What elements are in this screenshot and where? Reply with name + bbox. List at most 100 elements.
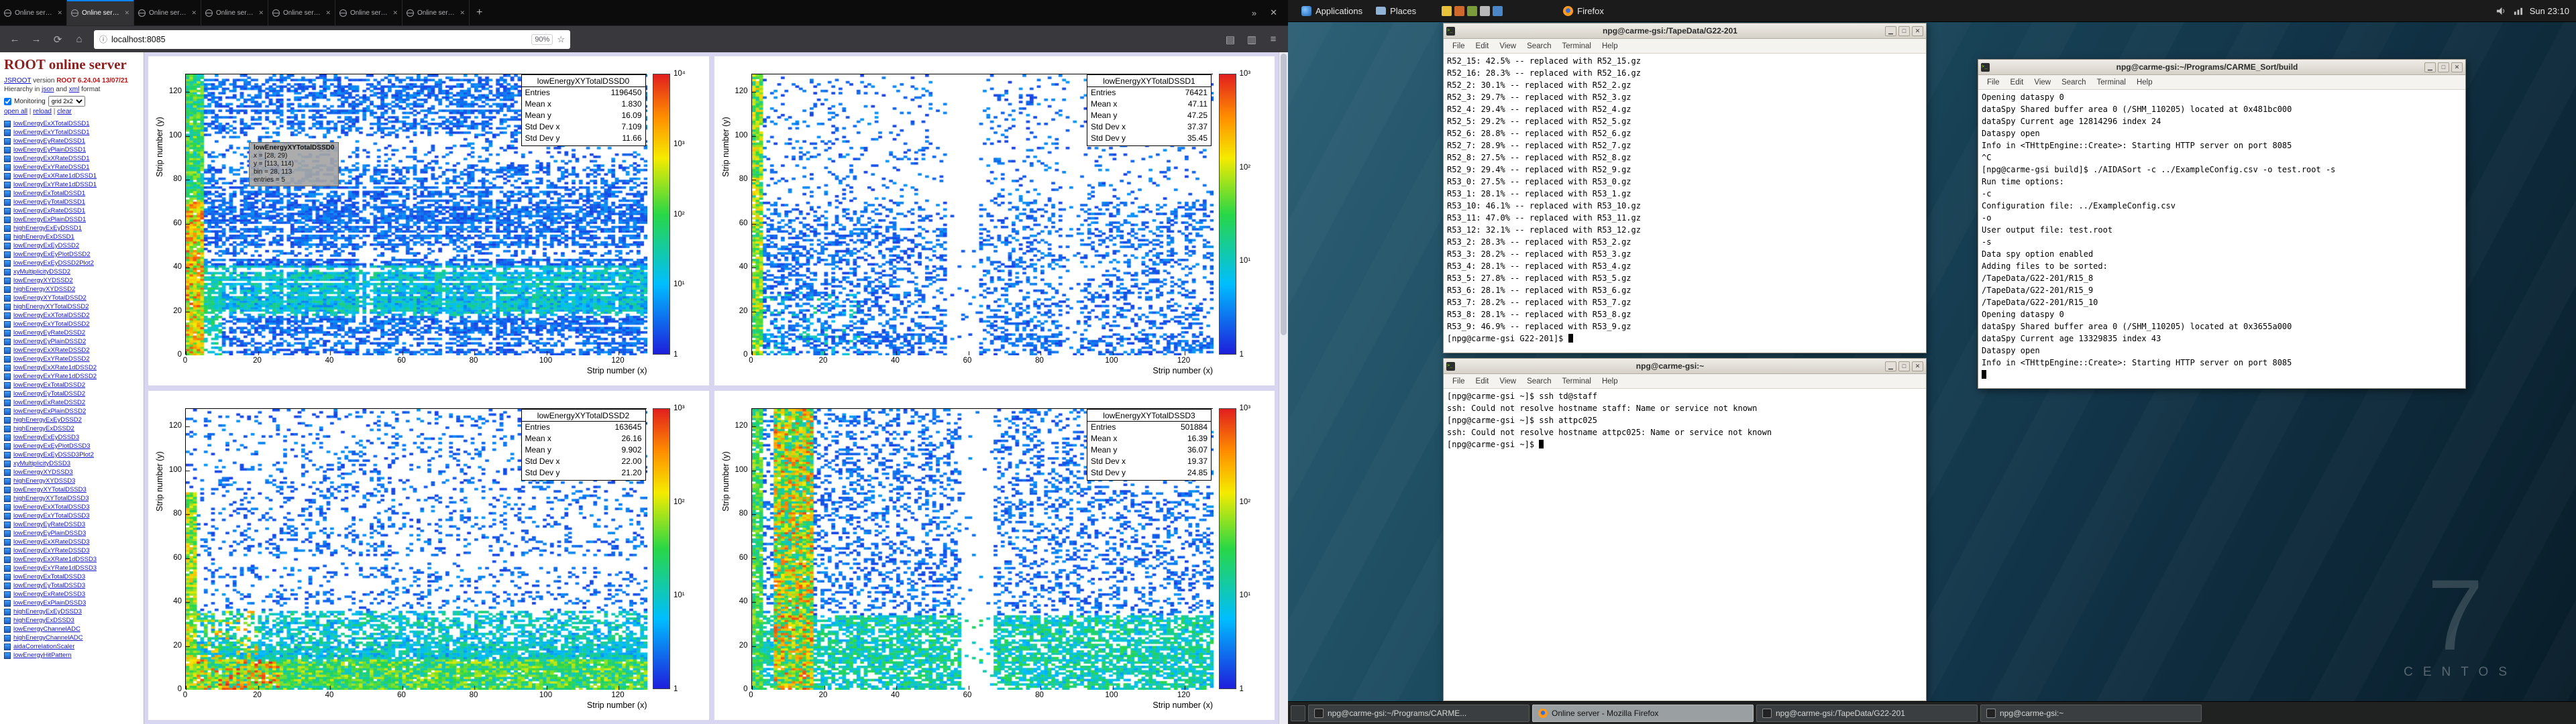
tree-item[interactable]: highEnergyXYDSSD3 xyxy=(4,477,140,485)
tree-item[interactable]: highEnergyXYDSSD2 xyxy=(4,285,140,294)
terminal-output[interactable]: Opening dataspy 0dataSpy Shared buffer a… xyxy=(1978,90,2465,388)
forward-icon[interactable]: → xyxy=(27,34,46,45)
menu-view[interactable]: View xyxy=(1495,377,1521,385)
menu-edit[interactable]: Edit xyxy=(1471,42,1494,50)
layout-select[interactable]: grid 2x2 xyxy=(48,96,85,107)
window-maximize-button[interactable]: □ xyxy=(1898,361,1910,371)
stats-box[interactable]: lowEnergyXYTotalDSSD1 Entries76421Mean x… xyxy=(1087,74,1212,146)
tree-item[interactable]: lowEnergyExYRateDSSD2 xyxy=(4,355,140,363)
tree-item[interactable]: lowEnergyHitPattern xyxy=(4,651,140,660)
tab-close-icon[interactable]: ✕ xyxy=(191,9,197,17)
volume-icon[interactable] xyxy=(2496,6,2506,16)
tab-close-icon[interactable]: ✕ xyxy=(325,9,331,17)
tree-item[interactable]: lowEnergyExXRateDSSD3 xyxy=(4,538,140,546)
menu-icon[interactable]: ≡ xyxy=(1264,34,1283,45)
sidebar-link-clear[interactable]: clear xyxy=(57,108,72,115)
tree-item[interactable]: highEnergyExEyDSSD2 xyxy=(4,416,140,424)
tree-item[interactable]: highEnergyXYTotalDSSD2 xyxy=(4,302,140,311)
menu-file[interactable]: File xyxy=(1448,42,1470,50)
tree-item[interactable]: lowEnergyEyRateDSSD2 xyxy=(4,328,140,337)
menu-terminal[interactable]: Terminal xyxy=(1558,377,1596,385)
tree-item[interactable]: lowEnergyExPlainDSSD3 xyxy=(4,599,140,607)
tray-icon-2[interactable] xyxy=(1454,6,1464,16)
tree-item[interactable]: lowEnergyExXTotalDSSD2 xyxy=(4,311,140,320)
tree-item[interactable]: lowEnergyEyTotalDSSD3 xyxy=(4,581,140,590)
menu-help[interactable]: Help xyxy=(1597,377,1623,385)
tree-item[interactable]: lowEnergyExYRateDSSD1 xyxy=(4,163,140,172)
bookmark-star-icon[interactable]: ☆ xyxy=(557,34,565,45)
tree-item[interactable]: lowEnergyEyPlainDSSD3 xyxy=(4,529,140,538)
tree-item[interactable]: lowEnergyExYRate1dDSSD1 xyxy=(4,180,140,189)
window-minimize-button[interactable]: ▁ xyxy=(1885,26,1896,36)
library-icon[interactable]: ▤ xyxy=(1221,34,1240,46)
tree-item[interactable]: lowEnergyExYTotalDSSD1 xyxy=(4,128,140,137)
tray-icon-3[interactable] xyxy=(1467,6,1477,16)
menu-edit[interactable]: Edit xyxy=(2006,78,2029,86)
tree-item[interactable]: lowEnergyEyPlainDSSD2 xyxy=(4,337,140,346)
sidebar-link-reload[interactable]: reload xyxy=(33,108,52,115)
window-maximize-button[interactable]: □ xyxy=(2438,62,2449,72)
tree-item[interactable]: aidaCorrelationScaler xyxy=(4,642,140,651)
tab-close-icon[interactable]: ✕ xyxy=(392,9,398,17)
tray-icon-5[interactable] xyxy=(1493,6,1503,16)
jsroot-link[interactable]: JSROOT xyxy=(4,77,31,84)
tree-item[interactable]: lowEnergyExEyDSSD2Plot2 xyxy=(4,259,140,267)
tree-item[interactable]: lowEnergyExTotalDSSD2 xyxy=(4,381,140,389)
tree-item[interactable]: lowEnergyXYTotalDSSD3 xyxy=(4,485,140,494)
menu-help[interactable]: Help xyxy=(1597,42,1623,50)
tree-item[interactable]: lowEnergyExXTotalDSSD3 xyxy=(4,503,140,511)
tree-item[interactable]: lowEnergyXYDSSD2 xyxy=(4,276,140,285)
menu-terminal[interactable]: Terminal xyxy=(1558,42,1596,50)
taskbar-button-3[interactable]: npg@carme-gsi:~ xyxy=(1980,705,2202,722)
terminal-window-1[interactable]: npg@carme-gsi:~▁□✕FileEditViewSearchTerm… xyxy=(1443,358,1927,701)
tree-item[interactable]: lowEnergyXYTotalDSSD2 xyxy=(4,294,140,302)
stats-box[interactable]: lowEnergyXYTotalDSSD0 Entries1196450Mean… xyxy=(521,74,646,146)
tree-item[interactable]: lowEnergyExXRate1dDSSD3 xyxy=(4,555,140,564)
menu-file[interactable]: File xyxy=(1448,377,1470,385)
clock[interactable]: Sun 23:10 xyxy=(2530,6,2569,16)
tree-item[interactable]: xyMultiplicityDSSD2 xyxy=(4,267,140,276)
menu-search[interactable]: Search xyxy=(1522,42,1556,50)
tree-item[interactable]: lowEnergyExEyDSSD3Plot2 xyxy=(4,450,140,459)
tree-item[interactable]: lowEnergyExPlainDSSD2 xyxy=(4,407,140,416)
tab-close-icon[interactable]: ✕ xyxy=(460,9,465,17)
tree-item[interactable]: lowEnergyExEyPlotDSSD3 xyxy=(4,442,140,450)
tree-item[interactable]: highEnergyXYTotalDSSD3 xyxy=(4,494,140,503)
home-icon[interactable]: ⌂ xyxy=(70,34,89,45)
browser-tab-1[interactable]: Online server✕ xyxy=(67,0,134,25)
tree-item[interactable]: lowEnergyExEyDSSD2 xyxy=(4,241,140,250)
applications-menu[interactable]: Applications xyxy=(1295,0,1369,21)
tree-item[interactable]: lowEnergyExXRate1dDSSD1 xyxy=(4,172,140,180)
show-desktop-button[interactable] xyxy=(1291,705,1305,721)
tree-item[interactable]: lowEnergyExYTotalDSSD3 xyxy=(4,511,140,520)
window-close-button[interactable]: ✕ xyxy=(1912,361,1923,371)
tree-item[interactable]: highEnergyExDSSD3 xyxy=(4,616,140,625)
tree-item[interactable]: lowEnergyExRateDSSD1 xyxy=(4,206,140,215)
tree-item[interactable]: lowEnergyEyRateDSSD1 xyxy=(4,137,140,145)
site-info-icon[interactable]: ⓘ xyxy=(99,34,107,45)
histogram-panel-lowEnergyXYTotalDSSD2[interactable]: Strip number (y) Strip number (x) lowEne… xyxy=(148,391,709,720)
page-scrollbar[interactable] xyxy=(1279,52,1288,724)
browser-tab-0[interactable]: Online server✕ xyxy=(0,0,67,25)
tree-item[interactable]: xyMultiplicityDSSD3 xyxy=(4,459,140,468)
tree-item[interactable]: lowEnergyExEyPlotDSSD2 xyxy=(4,250,140,259)
histogram-panel-lowEnergyXYTotalDSSD3[interactable]: Strip number (y) Strip number (x) lowEne… xyxy=(714,391,1275,720)
menu-search[interactable]: Search xyxy=(1522,377,1556,385)
tree-item[interactable]: lowEnergyEyTotalDSSD2 xyxy=(4,389,140,398)
window-minimize-button[interactable]: ▁ xyxy=(2424,62,2436,72)
sidebar-toggle-icon[interactable]: ▥ xyxy=(1242,34,1261,46)
json-link[interactable]: json xyxy=(42,86,54,93)
window-close-button[interactable]: ✕ xyxy=(1912,26,1923,36)
tree-item[interactable]: lowEnergyExRateDSSD3 xyxy=(4,590,140,599)
places-menu[interactable]: Places xyxy=(1369,0,1423,21)
tab-close-icon[interactable]: ✕ xyxy=(124,9,129,17)
window-maximize-button[interactable]: □ xyxy=(1898,26,1910,36)
tree-item[interactable]: lowEnergyExTotalDSSD3 xyxy=(4,572,140,581)
tab-close-icon[interactable]: ✕ xyxy=(57,9,62,17)
tray-icon-1[interactable] xyxy=(1442,6,1452,16)
tree-item[interactable]: lowEnergyExTotalDSSD1 xyxy=(4,189,140,198)
reload-icon[interactable]: ⟳ xyxy=(48,34,67,46)
stats-box[interactable]: lowEnergyXYTotalDSSD3 Entries501884Mean … xyxy=(1087,409,1212,481)
back-icon[interactable]: ← xyxy=(5,34,24,45)
menu-terminal[interactable]: Terminal xyxy=(2092,78,2131,86)
